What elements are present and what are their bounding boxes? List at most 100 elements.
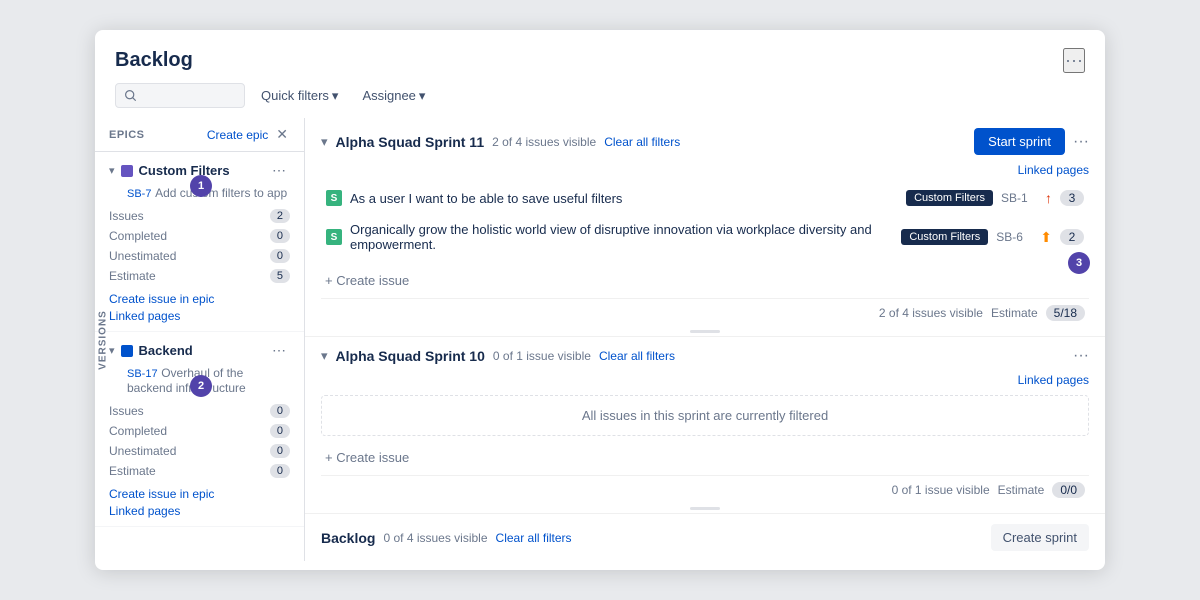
epic-name: Custom Filters	[139, 163, 230, 178]
epic-menu-button[interactable]: ⋯	[268, 160, 290, 181]
sprint-10-visible-count: 0 of 1 issue visible	[493, 349, 591, 363]
epic-sb-link[interactable]: SB-17	[127, 368, 158, 380]
story-points: 3	[1060, 190, 1084, 206]
sprint-10-footer: 0 of 1 issue visible Estimate 0/0	[321, 475, 1089, 504]
stat-row-issues: Issues 0	[109, 401, 290, 421]
linked-pages-link-2[interactable]: Linked pages	[109, 504, 290, 518]
chevron-down-icon: ▾	[332, 88, 339, 104]
search-input[interactable]	[143, 88, 233, 103]
sprint-actions: Start sprint ···	[974, 128, 1089, 155]
annotation-3: 3	[1068, 252, 1090, 274]
sprint-title-area: ▾ Alpha Squad Sprint 11 2 of 4 issues vi…	[321, 134, 680, 150]
stat-row-unestimated: Unestimated 0	[109, 246, 290, 266]
footer-estimate-label: Estimate	[991, 306, 1038, 320]
stat-badge: 0	[270, 424, 290, 438]
quick-filters-button[interactable]: Quick filters ▾	[253, 84, 346, 108]
sprint-10-more-button[interactable]: ···	[1073, 347, 1089, 365]
main-area: ▾ Alpha Squad Sprint 11 2 of 4 issues vi…	[305, 118, 1105, 561]
stat-label: Issues	[109, 209, 144, 223]
epic-name: Backend	[139, 343, 193, 358]
start-sprint-button[interactable]: Start sprint	[974, 128, 1065, 155]
page-header: Backlog ···	[95, 30, 1105, 73]
epic-stats: Issues 0 Completed 0 Unestimated 0 Estim…	[109, 401, 290, 481]
chevron-down-icon: ▾	[419, 88, 426, 104]
close-sidebar-button[interactable]: ✕	[274, 126, 290, 143]
issue-row[interactable]: S Organically grow the holistic world vi…	[321, 215, 1089, 259]
stat-label: Completed	[109, 229, 167, 243]
sprint-11-linked-pages[interactable]: Linked pages	[1018, 163, 1089, 177]
stat-badge: 5	[270, 269, 290, 283]
sprint-more-button[interactable]: ···	[1073, 133, 1089, 151]
chevron-icon: ▾	[109, 344, 115, 357]
sprint-11-footer: 2 of 4 issues visible Estimate 5/18	[321, 298, 1089, 327]
stat-badge: 0	[270, 229, 290, 243]
create-issue-in-epic-link-1[interactable]: Create issue in epic	[109, 292, 290, 306]
issue-text: Organically grow the holistic world view…	[350, 222, 893, 252]
annotation-1: 1	[190, 175, 212, 197]
epic-desc: Add custom filters to app	[155, 186, 287, 200]
create-issue-in-epic-link-2[interactable]: Create issue in epic	[109, 487, 290, 501]
sprint-11-clear-filters[interactable]: Clear all filters	[604, 135, 680, 149]
backlog-section: Backlog 0 of 4 issues visible Clear all …	[305, 514, 1105, 561]
stat-row-completed: Completed 0	[109, 226, 290, 246]
story-icon: S	[326, 190, 342, 206]
stat-badge: 0	[270, 249, 290, 263]
backlog-header: Backlog 0 of 4 issues visible Clear all …	[321, 524, 1089, 551]
sprint-10-actions: ···	[1073, 347, 1089, 365]
sprint-10-title: Alpha Squad Sprint 10	[336, 348, 485, 364]
stat-badge: 0	[270, 464, 290, 478]
epic-stats: Issues 2 Completed 0 Unestimated 0 Estim…	[109, 206, 290, 286]
annotation-2: 2	[190, 375, 212, 397]
main-content: VERSIONS EPICS Create epic ✕ ▾ Custom Fi…	[95, 118, 1105, 561]
stat-row-issues: Issues 2	[109, 206, 290, 226]
epic-sb-link[interactable]: SB-7	[127, 188, 151, 200]
collapse-bar[interactable]	[321, 504, 1089, 513]
sprint-11-title: Alpha Squad Sprint 11	[336, 134, 485, 150]
priority-icon: ↑	[1045, 190, 1052, 206]
epic-menu-button[interactable]: ⋯	[268, 340, 290, 361]
epics-label: EPICS	[109, 129, 145, 141]
sprint-10-clear-filters[interactable]: Clear all filters	[599, 349, 675, 363]
stat-row-estimate: Estimate 0	[109, 461, 290, 481]
search-icon	[124, 89, 137, 102]
stat-label: Estimate	[109, 464, 156, 478]
stat-row-completed: Completed 0	[109, 421, 290, 441]
assignee-filter-button[interactable]: Assignee ▾	[354, 84, 433, 108]
header-more-button[interactable]: ···	[1063, 48, 1085, 73]
collapse-sprint-11-icon[interactable]: ▾	[321, 134, 328, 150]
issue-id: SB-6	[996, 230, 1032, 244]
footer-visible: 2 of 4 issues visible	[879, 306, 983, 320]
sprint-11-create-issue[interactable]: + Create issue	[321, 267, 1089, 294]
sprint-11-header: ▾ Alpha Squad Sprint 11 2 of 4 issues vi…	[321, 128, 1089, 155]
epics-header: EPICS Create epic ✕	[95, 118, 304, 152]
sprint-10-create-issue[interactable]: + Create issue	[321, 444, 1089, 471]
backlog-clear-filters[interactable]: Clear all filters	[496, 531, 572, 545]
create-sprint-button[interactable]: Create sprint	[991, 524, 1089, 551]
story-icon: S	[326, 229, 342, 245]
collapse-sprint-10-icon[interactable]: ▾	[321, 348, 328, 364]
collapse-bar[interactable]	[321, 327, 1089, 336]
create-epic-link[interactable]: Create epic	[207, 128, 268, 142]
sprint-title-area: ▾ Alpha Squad Sprint 10 0 of 1 issue vis…	[321, 348, 675, 364]
issue-tag: Custom Filters	[906, 190, 993, 206]
versions-tab: VERSIONS	[97, 310, 108, 370]
sprint-10-section: ▾ Alpha Squad Sprint 10 0 of 1 issue vis…	[305, 337, 1105, 514]
stat-badge: 0	[270, 444, 290, 458]
epic-color-dot	[121, 345, 133, 357]
linked-pages-link-1[interactable]: Linked pages	[109, 309, 290, 323]
stat-label: Unestimated	[109, 444, 176, 458]
sprint-10-linked-pages[interactable]: Linked pages	[1018, 373, 1089, 387]
stat-row-estimate: Estimate 5	[109, 266, 290, 286]
sprint-11-section: ▾ Alpha Squad Sprint 11 2 of 4 issues vi…	[305, 118, 1105, 337]
search-box[interactable]	[115, 83, 245, 108]
estimate-badge: 0/0	[1052, 482, 1085, 498]
stat-row-unestimated: Unestimated 0	[109, 441, 290, 461]
priority-icon: ⬆	[1040, 229, 1052, 246]
issue-tag: Custom Filters	[901, 229, 988, 245]
sprint-10-header: ▾ Alpha Squad Sprint 10 0 of 1 issue vis…	[321, 347, 1089, 365]
issue-row[interactable]: S As a user I want to be able to save us…	[321, 183, 1089, 213]
footer-estimate-label: Estimate	[998, 483, 1045, 497]
sprint-11-issue-list: S As a user I want to be able to save us…	[321, 183, 1089, 259]
stat-badge: 2	[270, 209, 290, 223]
stat-label: Unestimated	[109, 249, 176, 263]
